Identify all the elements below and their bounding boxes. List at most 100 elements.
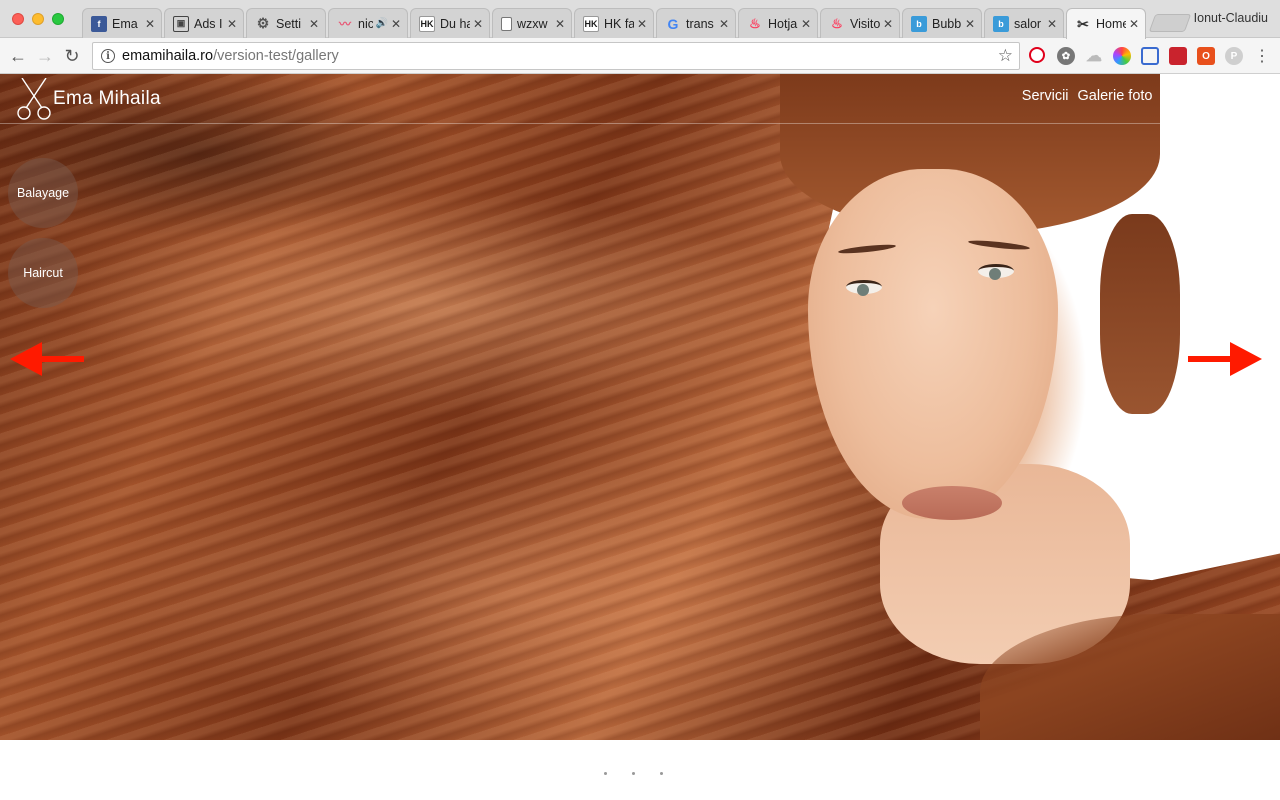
browser-tab[interactable]: ♨ Visito ✕: [820, 8, 900, 38]
close-tab-icon[interactable]: ✕: [965, 17, 975, 31]
category-label: Haircut: [23, 266, 63, 280]
scissors-icon: ✂: [1077, 15, 1089, 32]
google-icon: G: [667, 15, 679, 32]
office-extension-icon[interactable]: O: [1197, 47, 1215, 65]
cloud-extension-icon[interactable]: ☁: [1085, 47, 1103, 65]
close-tab-icon[interactable]: ✕: [227, 17, 237, 31]
close-tab-icon[interactable]: ✕: [719, 17, 729, 31]
menu-kebab-icon[interactable]: ⋮: [1250, 44, 1274, 68]
address-bar[interactable]: i emamihaila.ro /version-test/gallery ☆: [92, 42, 1020, 70]
forward-icon[interactable]: →: [33, 44, 57, 68]
close-tab-icon[interactable]: ✕: [883, 17, 893, 31]
close-tab-icon[interactable]: ✕: [473, 17, 483, 31]
browser-tab[interactable]: 〰 nic 🔊 ✕: [328, 8, 408, 38]
tab-title: Setti: [276, 16, 302, 31]
browser-tab[interactable]: G trans ✕: [656, 8, 736, 38]
info-icon[interactable]: i: [101, 49, 115, 63]
gear-icon: ⚙: [256, 15, 270, 31]
browser-tab[interactable]: ⚙ Setti ✕: [246, 8, 326, 38]
tab-title: Ema: [112, 16, 138, 31]
close-tab-icon[interactable]: ✕: [801, 17, 811, 31]
category-balayage[interactable]: Balayage: [8, 158, 78, 228]
browser-tab[interactable]: b Bubb ✕: [902, 8, 982, 38]
browser-tab[interactable]: f Ema ✕: [82, 8, 162, 38]
new-tab-button[interactable]: [1148, 14, 1192, 32]
web-page: Ema Mihaila Servicii Galerie foto Contac…: [0, 74, 1280, 800]
tab-title: Visito: [850, 16, 880, 31]
tab-title: salor: [1014, 16, 1042, 31]
hotjar-icon: ♨: [831, 15, 843, 31]
screenshot-extension-icon[interactable]: [1141, 47, 1159, 65]
pagination-dot[interactable]: [604, 772, 607, 775]
browser-tab-active[interactable]: ✂ Home ✕: [1066, 8, 1146, 39]
bookmark-star-icon[interactable]: ☆: [998, 46, 1013, 66]
audio-playing-icon[interactable]: 🔊: [375, 18, 387, 29]
browser-tab[interactable]: wzxw ✕: [492, 8, 572, 38]
nav-contact[interactable]: Contact: [1162, 88, 1212, 104]
close-tab-icon[interactable]: ✕: [637, 17, 647, 31]
bubble-icon: b: [993, 15, 1009, 32]
browser-tab-strip: f Ema ✕ ▣ Ads I ✕ ⚙ Setti ✕ 〰 nic 🔊 ✕ HK…: [0, 0, 1280, 39]
site-logo-text[interactable]: Ema Mihaila: [53, 88, 161, 110]
tongue-icon: 〰: [338, 17, 351, 31]
bubble-icon: b: [911, 15, 927, 32]
close-tab-icon[interactable]: ✕: [1047, 17, 1057, 31]
tab-title: Bubb: [932, 16, 962, 31]
site-nav: Servicii Galerie foto Contact Log in: [1022, 88, 1260, 104]
close-window-button[interactable]: [12, 13, 24, 25]
hero-image: Ema Mihaila Servicii Galerie foto Contac…: [0, 74, 1280, 740]
browser-tab[interactable]: ♨ Hotja ✕: [738, 8, 818, 38]
scissors-logo-icon[interactable]: [16, 78, 52, 122]
browser-tab[interactable]: HK HK fa ✕: [574, 8, 654, 38]
hair-right: [1100, 214, 1180, 414]
close-tab-icon[interactable]: ✕: [309, 17, 319, 31]
browser-tab[interactable]: HK Du ha ✕: [410, 8, 490, 38]
maximize-window-button[interactable]: [52, 13, 64, 25]
tab-title: Du ha: [440, 16, 470, 31]
browser-tab[interactable]: b salor ✕: [984, 8, 1064, 38]
document-icon: [501, 16, 512, 31]
close-tab-icon[interactable]: ✕: [391, 17, 401, 31]
model-eye: [978, 264, 1014, 280]
next-arrow-icon[interactable]: [1188, 342, 1262, 376]
tab-title: HK fa: [604, 16, 634, 31]
globe-extension-icon[interactable]: ✿: [1057, 47, 1075, 65]
tab-title: wzxw: [517, 16, 548, 31]
profile-name[interactable]: Ionut-Claudiu: [1194, 11, 1268, 25]
back-icon[interactable]: ←: [6, 44, 30, 68]
color-picker-extension-icon[interactable]: [1113, 47, 1131, 65]
site-header: Ema Mihaila Servicii Galerie foto Contac…: [0, 74, 1280, 124]
model-eye: [846, 280, 882, 296]
tab-title: Ads I: [194, 16, 223, 31]
nav-log-in[interactable]: Log in: [1220, 88, 1260, 104]
tab-title: trans: [686, 16, 714, 31]
reload-icon[interactable]: ↻: [60, 44, 84, 68]
hk-icon: HK: [419, 15, 435, 32]
browser-tab[interactable]: ▣ Ads I ✕: [164, 8, 244, 38]
puzzle-extension-icon[interactable]: P: [1225, 47, 1243, 65]
tab-title: Hotja: [768, 16, 798, 31]
slider-pagination: [604, 772, 663, 775]
flag-extension-icon[interactable]: [1169, 47, 1187, 65]
category-label: Balayage: [16, 186, 70, 200]
pagination-dot[interactable]: [632, 772, 635, 775]
browser-toolbar: ← → ↻ i emamihaila.ro /version-test/gall…: [0, 38, 1280, 74]
ads-icon: ▣: [173, 15, 189, 32]
tab-title: Home: [1096, 17, 1126, 31]
model-lips: [902, 486, 1002, 520]
facebook-icon: f: [91, 15, 107, 32]
nav-galerie-foto[interactable]: Galerie foto: [1078, 88, 1153, 104]
hotjar-icon: ♨: [749, 15, 761, 31]
minimize-window-button[interactable]: [32, 13, 44, 25]
nav-servicii[interactable]: Servicii: [1022, 88, 1069, 104]
hk-icon: HK: [583, 15, 599, 32]
previous-arrow-icon[interactable]: [10, 342, 84, 376]
opera-extension-icon[interactable]: [1029, 47, 1045, 63]
close-tab-icon[interactable]: ✕: [145, 17, 155, 31]
close-tab-icon[interactable]: ✕: [555, 17, 565, 31]
close-tab-icon[interactable]: ✕: [1129, 17, 1139, 31]
url-path: /version-test/gallery: [213, 48, 339, 64]
category-haircut[interactable]: Haircut: [8, 238, 78, 308]
tab-title: nic: [358, 16, 374, 31]
pagination-dot[interactable]: [660, 772, 663, 775]
